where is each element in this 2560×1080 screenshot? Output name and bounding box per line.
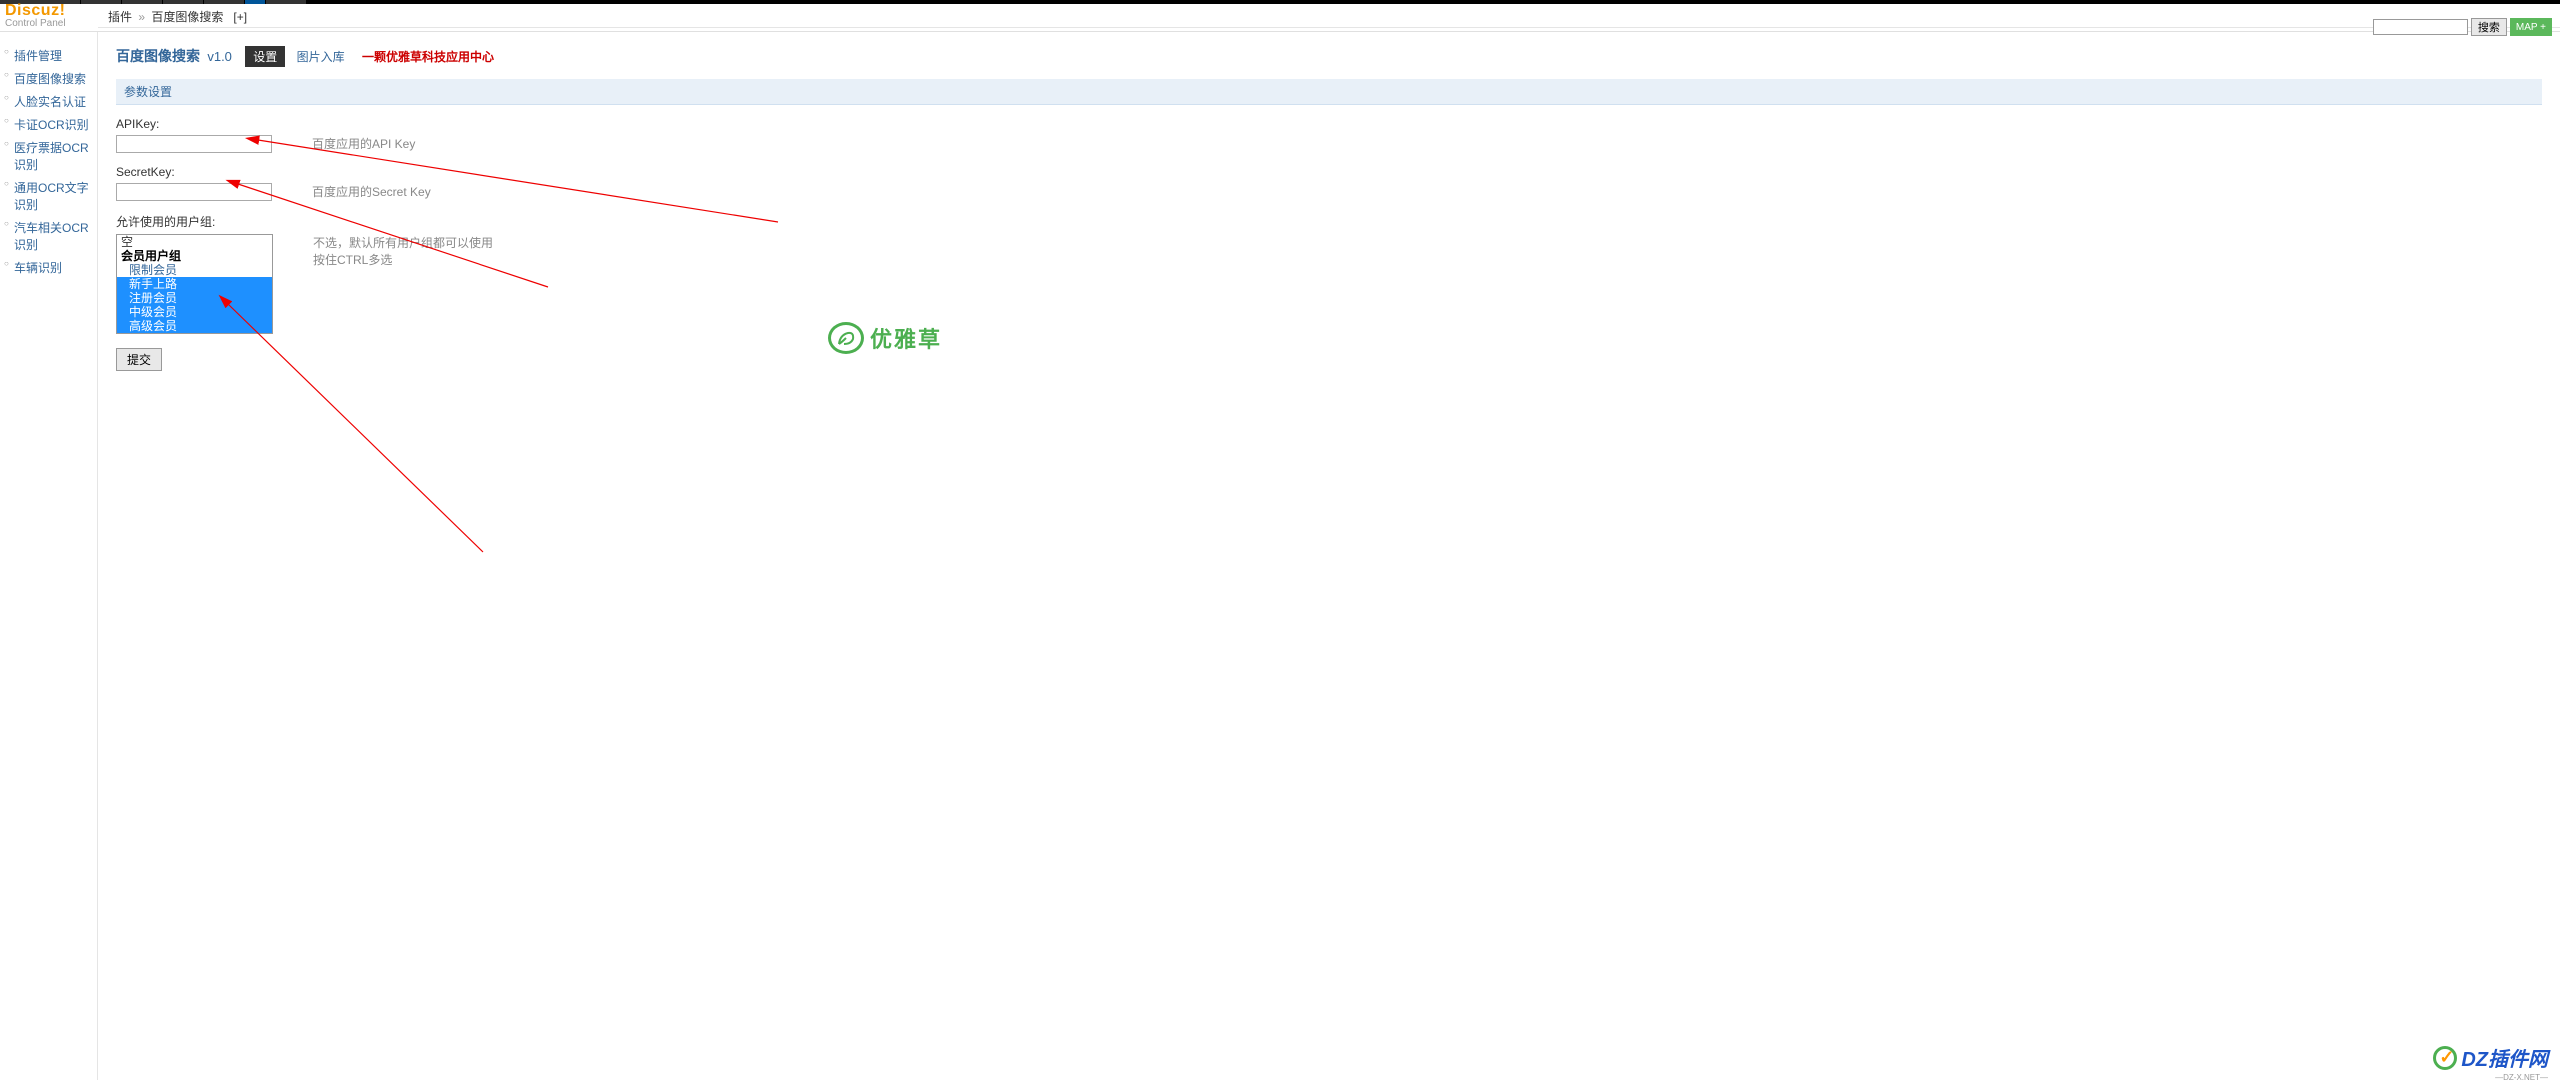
breadcrumb-add[interactable]: [+] — [233, 10, 247, 24]
logo-sub: Control Panel — [5, 18, 66, 29]
secretkey-help: 百度应用的Secret Key — [312, 183, 431, 200]
bottom-watermark: DZ插件网 —DZ-X.NET— — [2433, 1043, 2548, 1072]
groups-help2: 按住CTRL多选 — [313, 251, 493, 268]
app-center-link[interactable]: 一颗优雅草科技应用中心 — [362, 50, 494, 64]
secretkey-row: SecretKey: 百度应用的Secret Key — [116, 165, 2542, 201]
tab-import[interactable]: 图片入库 — [297, 50, 345, 64]
groups-help1: 不选，默认所有用户组都可以使用 — [313, 234, 493, 251]
groups-select[interactable]: 空会员用户组限制会员新手上路注册会员中级会员高级会员金牌会员论坛元老自定义管理组 — [116, 234, 273, 334]
center-watermark: 优雅草 — [828, 322, 942, 354]
submit-button[interactable]: 提交 — [116, 348, 162, 371]
sidebar-item-4[interactable]: 医疗票据OCR识别 — [0, 136, 97, 176]
group-option-0[interactable]: 空 — [117, 235, 272, 249]
group-option-4[interactable]: 注册会员 — [117, 291, 272, 305]
logo: Discuz! Control Panel — [5, 2, 66, 29]
sidebar-item-5[interactable]: 通用OCR文字识别 — [0, 176, 97, 216]
center-watermark-text: 优雅草 — [870, 322, 942, 354]
breadcrumb-sep: » — [138, 10, 145, 24]
section-params: 参数设置 — [116, 79, 2542, 105]
breadcrumb-plugins[interactable]: 插件 — [108, 10, 132, 24]
sidebar-item-7[interactable]: 车辆识别 — [0, 256, 97, 279]
leaf-icon — [828, 322, 864, 354]
group-option-1[interactable]: 会员用户组 — [117, 249, 272, 263]
breadcrumb-current[interactable]: 百度图像搜索 — [151, 10, 223, 24]
group-option-2[interactable]: 限制会员 — [117, 263, 272, 277]
breadcrumb: 插件 » 百度图像搜索 [+] — [98, 4, 2560, 28]
bottom-watermark-sub: —DZ-X.NET— — [2495, 1073, 2548, 1080]
apikey-input[interactable] — [116, 135, 272, 153]
group-option-7[interactable]: 金牌会员 — [117, 333, 272, 334]
groups-label: 允许使用的用户组: — [116, 213, 2542, 230]
apikey-label: APIKey: — [116, 117, 2542, 131]
sidebar-item-6[interactable]: 汽车相关OCR识别 — [0, 216, 97, 256]
group-option-5[interactable]: 中级会员 — [117, 305, 272, 319]
title-line: 百度图像搜索 v1.0 设置 图片入库 一颗优雅草科技应用中心 — [116, 46, 2542, 67]
secretkey-input[interactable] — [116, 183, 272, 201]
sidebar-item-1[interactable]: 百度图像搜索 — [0, 67, 97, 90]
apikey-row: APIKey: 百度应用的API Key — [116, 117, 2542, 153]
plugin-title: 百度图像搜索 — [116, 48, 200, 64]
sidebar-item-0[interactable]: 插件管理 — [0, 44, 97, 67]
apikey-help: 百度应用的API Key — [312, 135, 415, 152]
secretkey-label: SecretKey: — [116, 165, 2542, 179]
header: Discuz! Control Panel 插件 » 百度图像搜索 [+] 搜索… — [0, 4, 2560, 32]
bottom-watermark-text: DZ插件网 — [2461, 1043, 2548, 1072]
sidebar: 插件管理百度图像搜索人脸实名认证卡证OCR识别医疗票据OCR识别通用OCR文字识… — [0, 32, 98, 1080]
sidebar-item-2[interactable]: 人脸实名认证 — [0, 90, 97, 113]
groups-row: 允许使用的用户组: 空会员用户组限制会员新手上路注册会员中级会员高级会员金牌会员… — [116, 213, 2542, 334]
check-icon — [2433, 1046, 2457, 1070]
tab-settings[interactable]: 设置 — [245, 46, 285, 67]
main-content: 百度图像搜索 v1.0 设置 图片入库 一颗优雅草科技应用中心 参数设置 API… — [98, 32, 2560, 1080]
sidebar-item-3[interactable]: 卡证OCR识别 — [0, 113, 97, 136]
group-option-6[interactable]: 高级会员 — [117, 319, 272, 333]
group-option-3[interactable]: 新手上路 — [117, 277, 272, 291]
plugin-version: v1.0 — [207, 49, 232, 64]
